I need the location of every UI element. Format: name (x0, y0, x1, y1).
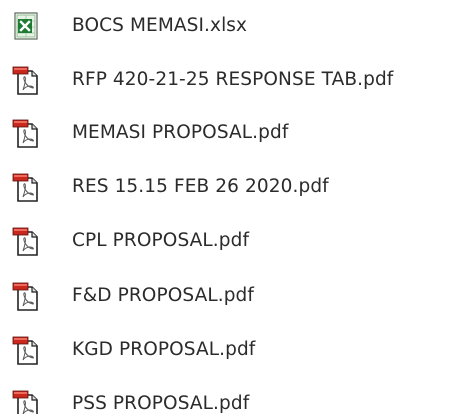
excel-file-icon (10, 10, 44, 42)
file-name: PSS PROPOSAL.pdf (72, 393, 250, 414)
file-item-memasi-proposal-pdf[interactable]: MEMASI PROPOSAL.pdf (0, 113, 459, 153)
file-name: F&D PROPOSAL.pdf (72, 285, 255, 306)
pdf-file-icon (10, 117, 44, 149)
file-name: MEMASI PROPOSAL.pdf (72, 122, 289, 143)
file-item-res-15-15-feb-26-2020-pdf[interactable]: RES 15.15 FEB 26 2020.pdf (0, 167, 459, 207)
file-name: CPL PROPOSAL.pdf (72, 230, 250, 251)
pdf-file-icon (10, 280, 44, 312)
file-item-kgd-proposal-pdf[interactable]: KGD PROPOSAL.pdf (0, 330, 459, 370)
file-item-rfp-response-tab-pdf[interactable]: RFP 420-21-25 RESPONSE TAB.pdf (0, 60, 459, 100)
file-name: BOCS MEMASI.xlsx (72, 15, 248, 36)
file-name: RES 15.15 FEB 26 2020.pdf (72, 176, 329, 197)
pdf-file-icon (10, 225, 44, 257)
file-list: BOCS MEMASI.xlsx RFP 420-21-25 RESPONSE … (0, 0, 459, 414)
file-item-fd-proposal-pdf[interactable]: F&D PROPOSAL.pdf (0, 276, 459, 316)
file-name: KGD PROPOSAL.pdf (72, 339, 256, 360)
file-item-cpl-proposal-pdf[interactable]: CPL PROPOSAL.pdf (0, 221, 459, 261)
file-item-bocs-memasi-xlsx[interactable]: BOCS MEMASI.xlsx (0, 6, 459, 46)
pdf-file-icon (10, 388, 44, 414)
pdf-file-icon (10, 64, 44, 96)
file-name: RFP 420-21-25 RESPONSE TAB.pdf (72, 69, 394, 90)
file-item-pss-proposal-pdf[interactable]: PSS PROPOSAL.pdf (0, 384, 459, 414)
pdf-file-icon (10, 334, 44, 366)
pdf-file-icon (10, 171, 44, 203)
